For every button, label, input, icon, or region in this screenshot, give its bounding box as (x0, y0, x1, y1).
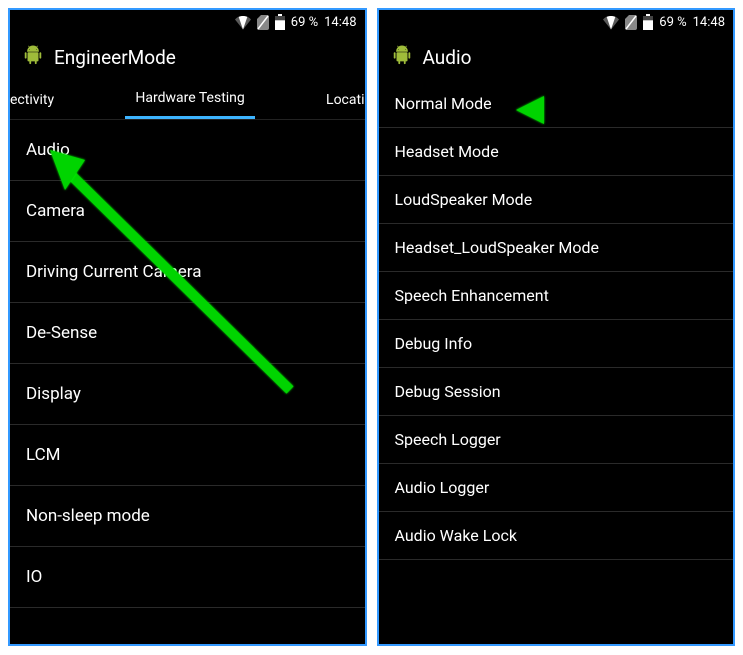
list-item-debug-info[interactable]: Debug Info (379, 320, 734, 368)
list-item-io[interactable]: IO (10, 547, 365, 608)
app-title: EngineerMode (54, 46, 176, 69)
android-icon (22, 43, 44, 71)
list-item-de-sense[interactable]: De-Sense (10, 303, 365, 364)
list-item-headset-loudspeaker-mode[interactable]: Headset_LoudSpeaker Mode (379, 224, 734, 272)
list-item-camera[interactable]: Camera (10, 181, 365, 242)
list-hardware-testing: Audio Camera Driving Current Camera De-S… (10, 120, 365, 608)
tab-hardware-testing[interactable]: Hardware Testing (125, 80, 254, 119)
app-header: Audio (379, 34, 734, 80)
wifi-icon (603, 14, 619, 30)
list-item-driving-current-camera[interactable]: Driving Current Camera (10, 242, 365, 303)
list-item-debug-session[interactable]: Debug Session (379, 368, 734, 416)
phone-screen-engineermode: 69 % 14:48 EngineerMode ectivity Hardwar… (8, 8, 367, 646)
list-item-speech-logger[interactable]: Speech Logger (379, 416, 734, 464)
battery-percent: 69 % (659, 15, 686, 30)
battery-percent: 69 % (291, 15, 318, 30)
android-icon (391, 43, 413, 71)
status-bar: 69 % 14:48 (379, 10, 734, 34)
list-item-display[interactable]: Display (10, 364, 365, 425)
list-item-lcm[interactable]: LCM (10, 425, 365, 486)
list-item-audio[interactable]: Audio (10, 120, 365, 181)
list-item-speech-enhancement[interactable]: Speech Enhancement (379, 272, 734, 320)
status-time: 14:48 (324, 15, 356, 30)
list-item-non-sleep-mode[interactable]: Non-sleep mode (10, 486, 365, 547)
wifi-icon (235, 14, 251, 30)
sim-icon (625, 15, 637, 30)
list-item-headset-mode[interactable]: Headset Mode (379, 128, 734, 176)
list-item-loudspeaker-mode[interactable]: LoudSpeaker Mode (379, 176, 734, 224)
status-time: 14:48 (693, 15, 725, 30)
list-audio: Normal Mode Headset Mode LoudSpeaker Mod… (379, 80, 734, 560)
phone-screen-audio: 69 % 14:48 Audio Normal Mode Headset Mod… (377, 8, 736, 646)
battery-icon (275, 14, 285, 30)
battery-icon (643, 14, 653, 30)
tab-bar: ectivity Hardware Testing Locati (10, 80, 365, 120)
status-bar: 69 % 14:48 (10, 10, 365, 34)
list-item-audio-logger[interactable]: Audio Logger (379, 464, 734, 512)
list-item-audio-wake-lock[interactable]: Audio Wake Lock (379, 512, 734, 560)
app-header: EngineerMode (10, 34, 365, 80)
tab-location[interactable]: Locati (316, 80, 364, 119)
sim-icon (257, 15, 269, 30)
app-title: Audio (423, 46, 472, 69)
list-item-normal-mode[interactable]: Normal Mode (379, 80, 734, 128)
tab-connectivity[interactable]: ectivity (10, 80, 64, 119)
